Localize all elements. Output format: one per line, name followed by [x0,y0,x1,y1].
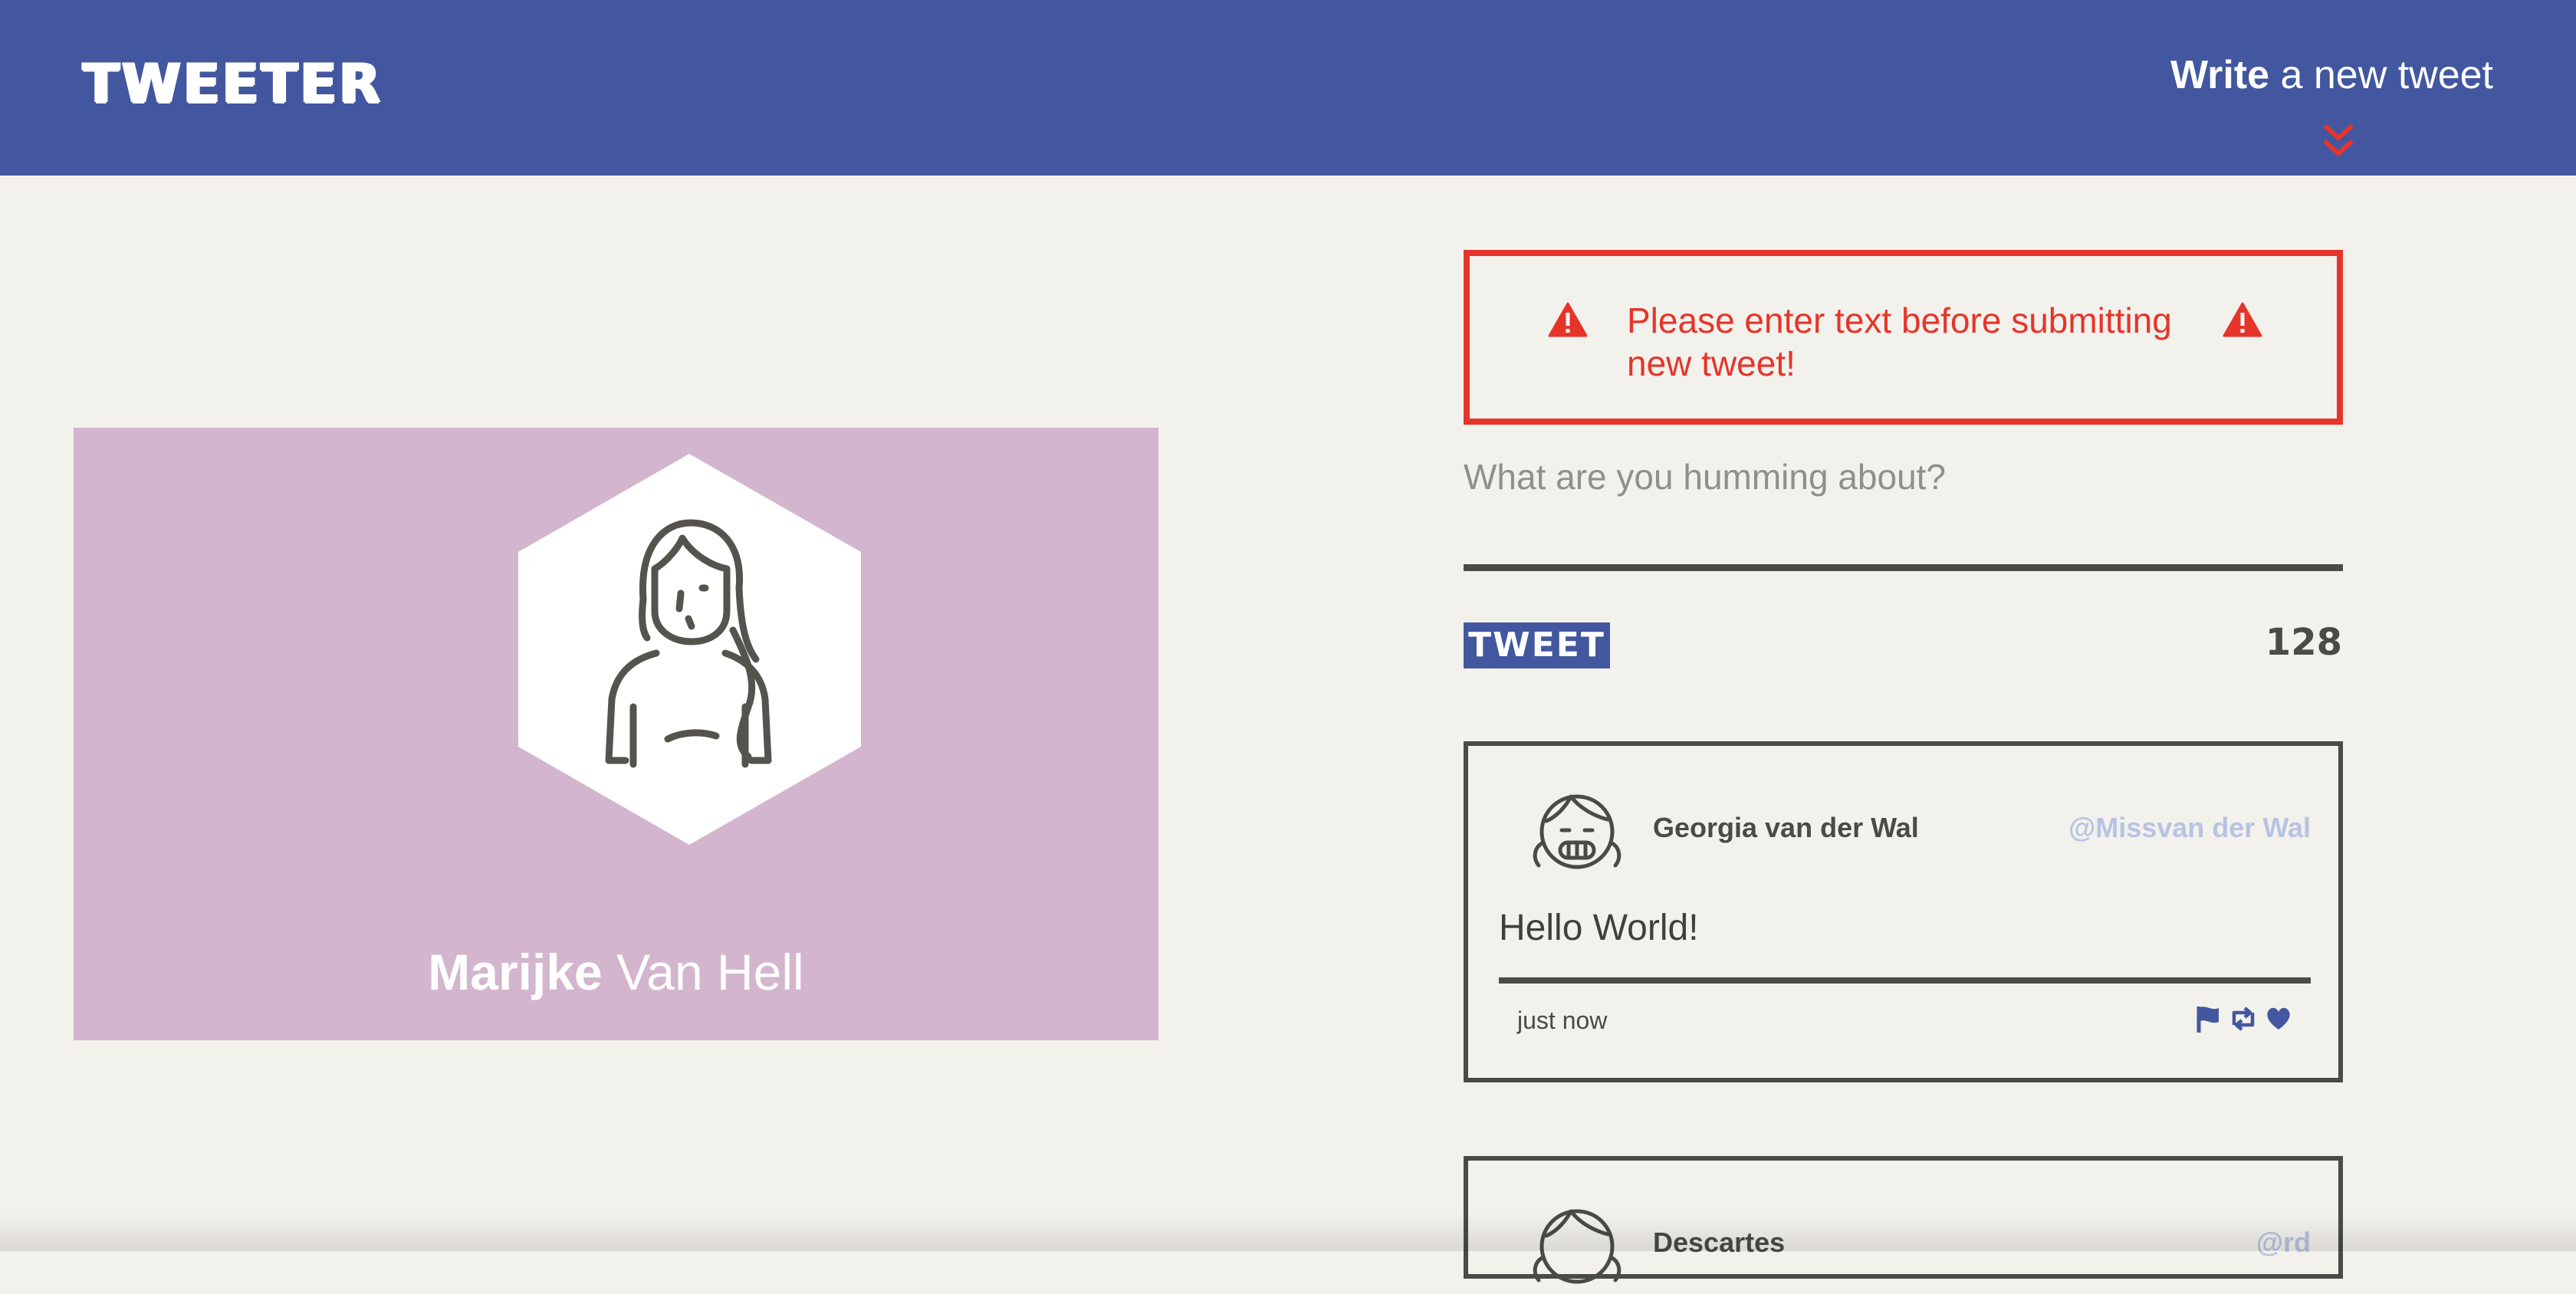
tweet-card: Georgia van der Wal @Missvan der Wal Hel… [1464,741,2343,1082]
tweet-submit-button[interactable]: TWEET [1464,622,1610,668]
double-chevron-down-icon[interactable] [2318,121,2358,161]
warning-triangle-icon [2223,302,2262,337]
tweet-divider [1499,977,2311,984]
error-message: Please enter text before submitting new … [1627,301,2172,383]
tweet-timestamp: just now [1517,1007,1608,1034]
tweet-author-name[interactable]: Georgia van der Wal [1653,812,1919,844]
retweet-icon[interactable] [2229,1003,2257,1034]
tweet-author-handle[interactable]: @rd [2256,1227,2311,1259]
girl-avatar-icon [1533,794,1622,869]
girl-avatar-icon [1533,1209,1622,1284]
character-counter: 128 [2265,621,2342,664]
error-alert: Please enter text before submitting new … [1464,250,2343,425]
write-new-tweet-toggle[interactable]: Write a new tweet [2033,46,2493,169]
profile-name: Marijke Van Hell [74,943,1158,1001]
app-logo[interactable]: TWEETER [83,52,383,115]
tweet-actions [2194,1003,2292,1034]
profile-last-name: Van Hell [616,944,804,1000]
write-new-tweet-label[interactable]: Write a new tweet [2170,52,2493,98]
write-label-strong: Write [2170,53,2270,97]
write-label-rest: a new tweet [2269,53,2493,97]
tweet-author-handle[interactable]: @Missvan der Wal [2068,812,2311,844]
profile-card: Marijke Van Hell [74,428,1158,1040]
tweet-text-input[interactable] [1464,456,2343,571]
profile-first-name: Marijke [428,944,603,1000]
flag-icon[interactable] [2194,1003,2222,1034]
warning-triangle-icon [1548,302,1588,337]
profile-avatar [518,454,861,845]
heart-icon[interactable] [2265,1003,2292,1034]
tweet-card: Descartes @rd [1464,1156,2343,1284]
top-nav: TWEETER Write a new tweet [0,0,2576,176]
tweet-content: Hello World! [1499,908,1699,948]
tweet-author-name[interactable]: Descartes [1653,1227,1785,1259]
